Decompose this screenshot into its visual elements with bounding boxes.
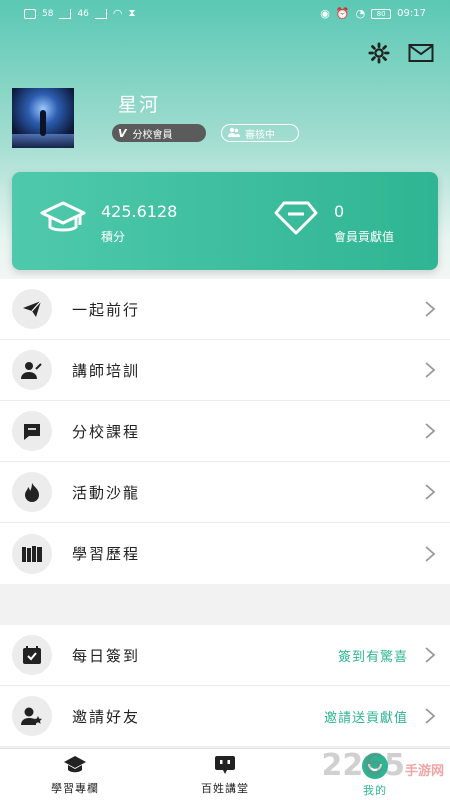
tab-label: 百姓講堂 xyxy=(201,782,249,795)
network-type-2: 46 xyxy=(77,8,89,19)
mail-icon[interactable] xyxy=(408,40,434,66)
chevron-right-icon xyxy=(425,423,436,439)
menu-item-label: 活動沙龍 xyxy=(72,483,141,502)
review-users-icon xyxy=(228,127,240,140)
signal-icon-2 xyxy=(94,8,107,19)
menu-item-branch-courses[interactable]: 分校課程 xyxy=(0,401,450,462)
eye-icon: ◉ xyxy=(320,7,330,20)
contribution-value: 0 xyxy=(334,202,345,221)
review-status-label: 審核中 xyxy=(245,129,275,141)
diamond-icon xyxy=(274,200,318,240)
tab-label: 學習專欄 xyxy=(51,782,99,795)
contribution-label: 會員貢獻值 xyxy=(334,230,395,244)
stats-card: 425.6128 積分 0 會員貢獻值 xyxy=(12,172,438,270)
menu-item-hint: 簽到有驚喜 xyxy=(337,649,408,665)
calendar-check-icon xyxy=(12,635,52,675)
menu-item-invite-friends[interactable]: 邀請好友 邀請送貢獻值 xyxy=(0,686,450,747)
member-badge: V 分校會員 xyxy=(112,124,206,142)
username: 星河 xyxy=(118,94,161,116)
chevron-right-icon xyxy=(425,484,436,500)
header-actions xyxy=(366,40,434,66)
member-badge-label: 分校會員 xyxy=(132,129,173,141)
chevron-right-icon xyxy=(425,647,436,663)
wifi-icon: ◠ xyxy=(112,7,123,20)
avatar[interactable] xyxy=(12,88,74,148)
menu-item-daily-checkin[interactable]: 每日簽到 簽到有驚喜 xyxy=(0,625,450,686)
books-icon xyxy=(12,533,52,574)
secondary-menu: 每日簽到 簽到有驚喜 邀請好友 邀請送貢獻值 xyxy=(0,625,450,747)
tab-public-lecture[interactable]: 百姓講堂 xyxy=(150,753,300,796)
member-v-icon: V xyxy=(118,126,127,140)
points-value: 425.6128 xyxy=(101,202,178,221)
chevron-right-icon xyxy=(425,708,436,724)
hourglass-icon: ⧗ xyxy=(128,8,136,19)
sim-icon xyxy=(24,8,36,19)
graduation-cap-icon xyxy=(40,200,86,240)
menu-item-together[interactable]: 一起前行 xyxy=(0,279,450,340)
menu-item-lecturer-training[interactable]: 講師培訓 xyxy=(0,340,450,401)
menu-item-label: 每日簽到 xyxy=(72,646,141,665)
review-status-badge: 審核中 xyxy=(221,124,299,142)
avatar-floor xyxy=(12,134,74,148)
settings-gear-icon[interactable] xyxy=(366,40,392,66)
watermark-text: 2265 xyxy=(321,748,405,783)
chevron-right-icon xyxy=(425,545,436,562)
network-type-1: 58 xyxy=(42,8,54,19)
chevron-right-icon xyxy=(425,362,436,378)
clock: 09:17 xyxy=(397,8,426,19)
watermark: 2265手游网 xyxy=(321,748,444,783)
tab-learning-column[interactable]: 學習專欄 xyxy=(0,753,150,796)
menu-item-salon[interactable]: 活動沙龍 xyxy=(0,462,450,523)
user-edit-icon xyxy=(12,350,52,390)
status-bar: 58 46 ◠ ⧗ ◉ ⏰ ◔ 80 09:17 xyxy=(0,0,450,28)
menu-item-label: 分校課程 xyxy=(72,422,141,441)
message-square-icon xyxy=(12,411,52,451)
menu-item-learning-history[interactable]: 學習歷程 xyxy=(0,523,450,584)
paper-plane-icon xyxy=(12,289,52,329)
flame-icon xyxy=(12,472,52,512)
section-divider xyxy=(0,584,450,625)
watermark-sub: 手游网 xyxy=(404,764,444,779)
menu-item-hint: 邀請送貢獻值 xyxy=(323,710,408,726)
main-menu: 一起前行 講師培訓 分校課程 活動沙龍 學習歷程 xyxy=(0,279,450,584)
tab-label: 我的 xyxy=(363,784,387,797)
graduation-cap-icon xyxy=(62,753,88,777)
user-star-icon xyxy=(12,696,52,736)
chat-face-icon xyxy=(212,753,238,777)
speedometer-icon: ◔ xyxy=(355,7,366,20)
menu-item-label: 邀請好友 xyxy=(72,707,141,726)
points-label: 積分 xyxy=(101,230,126,244)
battery-icon: 80 xyxy=(371,8,392,19)
menu-item-label: 講師培訓 xyxy=(72,361,141,380)
alarm-icon: ⏰ xyxy=(335,7,350,20)
chevron-right-icon xyxy=(425,301,436,317)
signal-icon xyxy=(59,8,72,19)
menu-item-label: 一起前行 xyxy=(72,300,141,319)
avatar-figure xyxy=(40,110,46,136)
menu-item-label: 學習歷程 xyxy=(72,545,141,563)
